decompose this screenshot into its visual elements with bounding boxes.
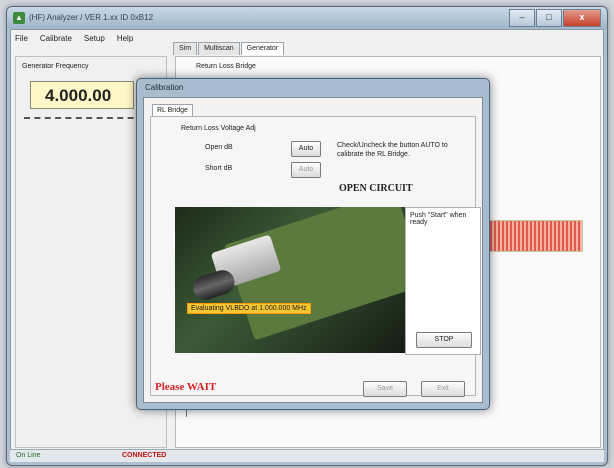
window-controls: – □ x xyxy=(509,9,601,27)
mode-label: OPEN CIRCUIT xyxy=(339,183,413,194)
minimize-button[interactable]: – xyxy=(509,9,535,27)
group-label: Return Loss Voltage Adj xyxy=(181,125,256,132)
wait-message: Please WAIT xyxy=(155,381,217,393)
connection-status: CONNECTED xyxy=(122,452,167,459)
frequency-label: Generator Frequency xyxy=(22,63,89,70)
evaluation-caption: Evaluating VLBDO at 1.000.000 MHz xyxy=(187,303,311,314)
tab-sim[interactable]: Sim xyxy=(173,42,198,55)
tab-multiscan[interactable]: Multiscan xyxy=(198,42,240,55)
bridge-photo: Evaluating VLBDO at 1.000.000 MHz xyxy=(175,207,405,353)
status-bar: On Line CONNECTED xyxy=(10,449,604,462)
frequency-display[interactable]: 4.000.00 xyxy=(30,81,134,109)
menu-help[interactable]: Help xyxy=(117,34,133,43)
maximize-button[interactable]: □ xyxy=(536,9,562,27)
online-status: On Line xyxy=(16,452,41,459)
title-bar[interactable]: ▲ (HF) Analyzer / VER 1.xx ID 0xB12 – □ … xyxy=(7,7,607,29)
menu-bar: File Calibrate Setup Help xyxy=(15,34,133,43)
window-title: (HF) Analyzer / VER 1.xx ID 0xB12 xyxy=(29,13,154,22)
menu-setup[interactable]: Setup xyxy=(84,34,105,43)
ready-instruction: Push "Start" when ready xyxy=(410,212,480,226)
panel-heading: Return Loss Bridge xyxy=(196,63,256,70)
stop-button[interactable]: STOP xyxy=(416,332,472,348)
tab-generator[interactable]: Generator xyxy=(240,42,285,55)
menu-file[interactable]: File xyxy=(15,34,28,43)
calibration-dialog: Calibration RL Bridge Return Loss Voltag… xyxy=(136,78,490,410)
auto-open-button[interactable]: Auto xyxy=(291,141,321,157)
main-tabs: Sim Multiscan Generator xyxy=(173,42,285,55)
dialog-body: RL Bridge Return Loss Voltage Adj Open d… xyxy=(143,97,483,403)
menu-calibrate[interactable]: Calibrate xyxy=(40,34,72,43)
connector-barrel xyxy=(190,267,238,303)
instruction-area: Push "Start" when ready STOP xyxy=(405,207,481,355)
short-db-label: Short dB xyxy=(205,165,233,172)
spectrum-trace xyxy=(485,220,583,252)
save-button[interactable]: Save xyxy=(363,381,407,397)
frequency-divider xyxy=(24,117,144,119)
exit-button[interactable]: Exit xyxy=(421,381,465,397)
calibration-hint: Check/Uncheck the button AUTO to calibra… xyxy=(337,142,448,158)
close-button[interactable]: x xyxy=(563,9,601,27)
auto-short-button[interactable]: Auto xyxy=(291,162,321,178)
rl-bridge-panel: Return Loss Voltage Adj Open dB Short dB… xyxy=(150,116,481,396)
app-icon: ▲ xyxy=(13,12,25,24)
dialog-title: Calibration xyxy=(145,83,184,92)
open-db-label: Open dB xyxy=(205,144,233,151)
